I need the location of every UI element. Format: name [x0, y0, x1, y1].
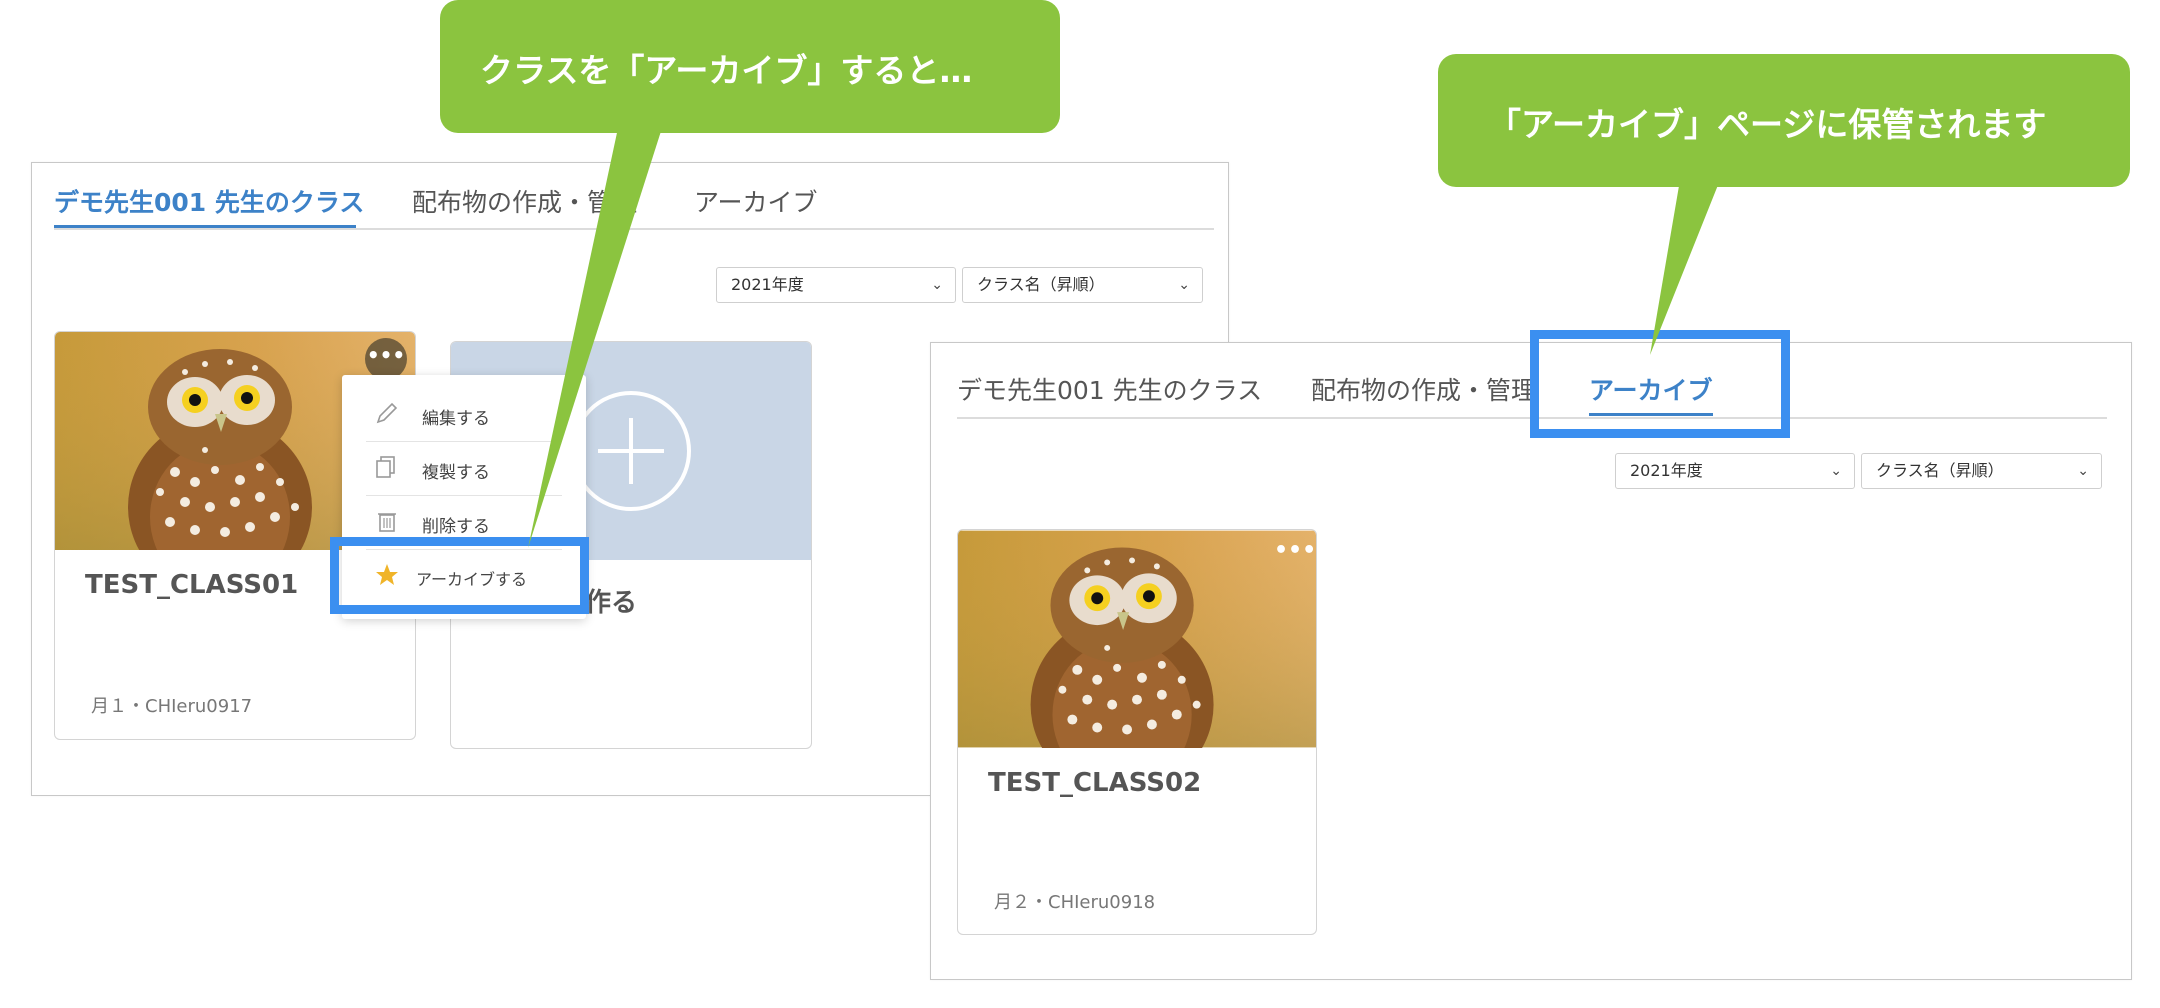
- menu-duplicate[interactable]: 複製する: [342, 441, 586, 495]
- chevron-down-icon: ⌄: [1178, 277, 1190, 293]
- class-cover-image: [958, 530, 1316, 748]
- ellipsis-icon[interactable]: •••: [1274, 538, 1316, 563]
- tab-handouts[interactable]: 配布物の作成・管理: [1311, 371, 1536, 407]
- menu-edit[interactable]: 編集する: [342, 387, 586, 441]
- copy-icon: [376, 456, 395, 478]
- class-title: TEST_CLASS02: [988, 768, 1202, 798]
- year-select[interactable]: 2021年度 ⌄: [716, 267, 956, 303]
- class-meta: 月１・CHIeru0917: [91, 696, 253, 717]
- class-meta: 月２・CHIeru0918: [994, 892, 1156, 913]
- callout-archive-page: 「アーカイブ」ページに保管されます: [1438, 54, 2130, 187]
- chevron-down-icon: ⌄: [931, 277, 943, 293]
- archive-action-highlight: [330, 537, 589, 614]
- tab-my-classes[interactable]: デモ先生001 先生のクラス: [957, 371, 1262, 407]
- tab-handouts[interactable]: 配布物の作成・管理: [412, 183, 637, 219]
- ellipsis-icon[interactable]: •••: [365, 338, 407, 380]
- tab-bar: デモ先生001 先生のクラス 配布物の作成・管理 アーカイブ: [54, 183, 1214, 233]
- callout-archive-action: クラスを「アーカイブ」すると…: [440, 0, 1060, 133]
- archive-tab-highlight: [1530, 330, 1790, 438]
- year-select[interactable]: 2021年度 ⌄: [1615, 453, 1855, 489]
- trash-icon: [378, 513, 396, 532]
- chevron-down-icon: ⌄: [2077, 463, 2089, 479]
- chevron-down-icon: ⌄: [1830, 463, 1842, 479]
- archived-class-card[interactable]: ••• TEST_CLASS02 月２・CHIeru0918: [957, 529, 1317, 935]
- add-class-label: 作る: [585, 588, 638, 618]
- tab-archive[interactable]: アーカイブ: [694, 183, 818, 219]
- sort-select[interactable]: クラス名（昇順） ⌄: [962, 267, 1203, 303]
- tab-divider: [54, 228, 1214, 230]
- sort-select[interactable]: クラス名（昇順） ⌄: [1861, 453, 2102, 489]
- class-title: TEST_CLASS01: [85, 570, 299, 600]
- tab-my-classes[interactable]: デモ先生001 先生のクラス: [54, 183, 364, 219]
- pencil-icon: [376, 402, 398, 424]
